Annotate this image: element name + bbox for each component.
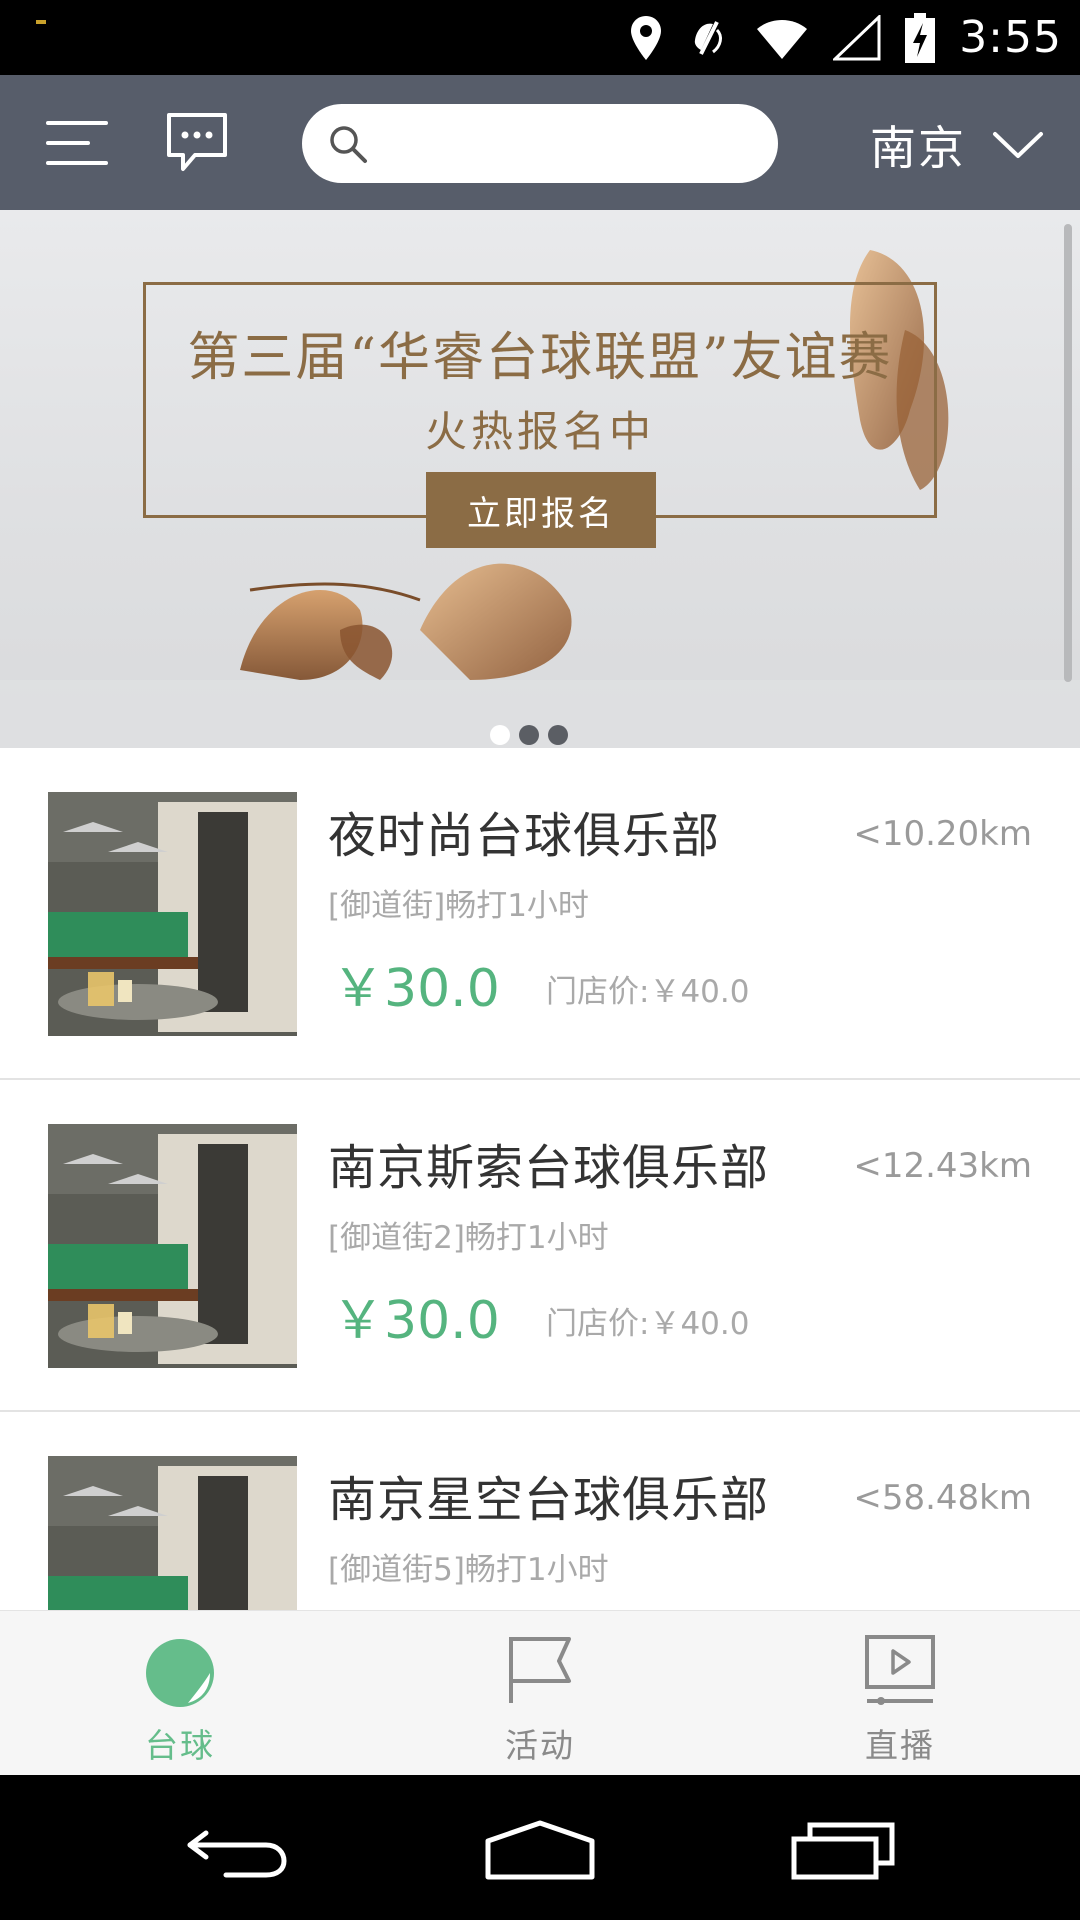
club-name: 南京斯索台球俱乐部 [328, 1140, 770, 1196]
banner-subtitle: 火热报名中 [424, 407, 655, 456]
recent-apps-icon[interactable] [790, 1819, 896, 1881]
tab-activities[interactable]: 活动 [360, 1611, 720, 1776]
club-list-item[interactable]: 夜时尚台球俱乐部 <10.20km [御道街]畅打1小时 ￥30.0 门店价:￥… [0, 748, 1080, 1080]
bottom-tab-bar: 台球 活动 直播 [0, 1610, 1080, 1775]
club-store-price: 门店价:￥40.0 [546, 1306, 750, 1342]
city-selector[interactable]: 南京 [870, 105, 1044, 185]
club-list-item[interactable]: 南京斯索台球俱乐部 <12.43km [御道街2]畅打1小时 ￥30.0 门店价… [0, 1080, 1080, 1412]
club-distance: <12.43km [853, 1146, 1032, 1186]
video-play-icon [865, 1635, 935, 1705]
banner-title: 第三届“华睿台球联盟”友谊赛 [187, 328, 893, 388]
chat-bubble-icon [167, 113, 227, 171]
billiard-ball-icon [146, 1639, 214, 1707]
back-icon[interactable] [186, 1821, 290, 1879]
battery-icon [905, 12, 936, 63]
signal-icon [833, 14, 881, 60]
tab-billiards[interactable]: 台球 [0, 1611, 360, 1776]
club-thumbnail [48, 1124, 297, 1368]
club-thumbnail [48, 1456, 297, 1610]
club-price: ￥30.0 [332, 959, 500, 1019]
wifi-icon [757, 19, 808, 59]
club-description: [御道街2]畅打1小时 [328, 1220, 609, 1256]
search-icon [330, 125, 367, 163]
club-list-item[interactable]: 南京星空台球俱乐部 <58.48km [御道街5]畅打1小时 [0, 1412, 1080, 1610]
promo-banner[interactable]: 第三届“华睿台球联盟”友谊赛 火热报名中 立即报名 [0, 210, 1080, 748]
tab-label: 台球 [145, 1726, 215, 1765]
club-thumbnail [48, 792, 297, 1036]
chevron-down-icon [993, 132, 1043, 158]
tab-label: 活动 [505, 1726, 575, 1765]
menu-button[interactable] [46, 121, 108, 165]
club-price: ￥30.0 [332, 1291, 500, 1351]
vibrate-off-icon [694, 20, 723, 55]
flag-icon [509, 1637, 571, 1703]
status-bar: 3:55 [0, 0, 1080, 75]
carousel-dot-1[interactable] [490, 725, 510, 745]
club-name: 夜时尚台球俱乐部 [328, 808, 721, 864]
register-now-button[interactable]: 立即报名 [426, 472, 656, 548]
system-nav-bar [0, 1775, 1080, 1920]
search-box[interactable] [302, 104, 778, 183]
banner-scrollbar [1064, 224, 1072, 682]
location-icon [631, 15, 662, 60]
search-input[interactable] [386, 122, 766, 165]
message-button[interactable] [165, 111, 229, 173]
club-distance: <10.20km [853, 814, 1032, 854]
club-list: 夜时尚台球俱乐部 <10.20km [御道街]畅打1小时 ￥30.0 门店价:￥… [0, 748, 1080, 1610]
tab-label: 直播 [865, 1726, 935, 1765]
club-name: 南京星空台球俱乐部 [328, 1472, 770, 1528]
tab-live[interactable]: 直播 [720, 1611, 1080, 1776]
app-header: 南京 [0, 75, 1080, 210]
carousel-dot-3[interactable] [548, 725, 568, 745]
club-description: [御道街5]畅打1小时 [328, 1552, 609, 1588]
club-store-price: 门店价:￥40.0 [546, 974, 750, 1010]
city-label: 南京 [870, 121, 966, 175]
carousel-dot-2[interactable] [519, 725, 539, 745]
status-icons: 3:55 [629, 0, 1062, 75]
notification-indicator [36, 20, 46, 24]
club-distance: <58.48km [853, 1478, 1032, 1518]
home-icon[interactable] [484, 1819, 596, 1881]
club-description: [御道街]畅打1小时 [328, 888, 589, 924]
clock: 3:55 [959, 12, 1062, 63]
carousel-indicators [490, 725, 568, 745]
menu-icon [46, 121, 108, 125]
